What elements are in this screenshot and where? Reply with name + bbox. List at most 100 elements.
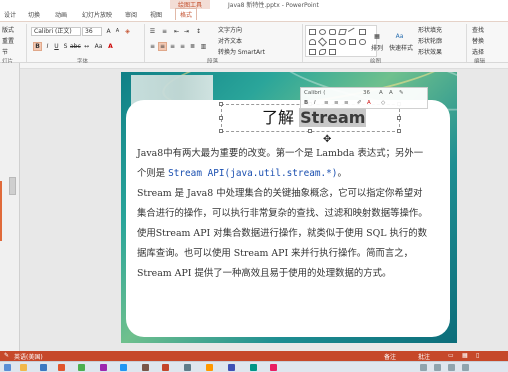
bullets-icon[interactable]: ☰ — [148, 27, 157, 36]
resize-handle[interactable] — [397, 129, 401, 133]
quick-styles-icon[interactable]: Aa — [395, 32, 404, 41]
mini-shrink-font-icon[interactable]: A — [389, 90, 393, 96]
shape-effects-button[interactable]: 形状效果 — [418, 47, 442, 56]
app-icon[interactable] — [206, 364, 213, 371]
panel-scrollbar-thumb[interactable] — [9, 177, 16, 195]
mini-eraser-icon[interactable]: ◇ — [381, 100, 385, 106]
mini-align-left-icon[interactable]: ≡ — [324, 100, 329, 106]
mini-italic-button[interactable]: I — [314, 100, 316, 106]
distributed-icon[interactable]: ≣ — [188, 42, 197, 51]
oval-shape-icon[interactable] — [319, 29, 326, 35]
decrease-indent-icon[interactable]: ⇤ — [172, 27, 181, 36]
shrink-font-icon[interactable]: A — [113, 27, 122, 36]
spellcheck-icon[interactable]: ✎ — [4, 352, 9, 359]
app-icon[interactable] — [250, 364, 257, 371]
shapes-gallery[interactable] — [305, 25, 377, 57]
shape-outline-button[interactable]: 形状轮廓 — [418, 36, 442, 45]
change-case-icon[interactable]: Aa — [94, 42, 103, 51]
align-text-button[interactable]: 对齐文本 — [218, 36, 242, 45]
folder-icon[interactable] — [20, 364, 27, 371]
app-icon[interactable] — [120, 364, 127, 371]
resize-handle[interactable] — [308, 129, 312, 133]
underline-button[interactable]: U — [52, 42, 61, 51]
shape-fill-button[interactable]: 形状填充 — [418, 25, 442, 34]
tab-view[interactable]: 视图 — [150, 10, 162, 19]
text-direction-button[interactable]: 文字方向 — [218, 25, 242, 34]
comments-button[interactable]: 批注 — [418, 352, 430, 361]
mini-bold-button[interactable]: B — [304, 100, 308, 106]
find-button[interactable]: 查找 — [472, 25, 484, 34]
language-indicator[interactable]: 英语(美国) — [14, 352, 43, 361]
arrow-shape-icon[interactable] — [329, 39, 336, 45]
select-button[interactable]: 选择 — [472, 47, 484, 56]
mini-grow-font-icon[interactable]: A — [379, 90, 383, 96]
bold-button[interactable]: B — [33, 42, 42, 51]
tab-transitions[interactable]: 切换 — [28, 10, 40, 19]
convert-smartart-button[interactable]: 转换为 SmartArt — [218, 47, 265, 56]
arrange-icon[interactable]: ▦ — [373, 32, 381, 41]
reading-view-icon[interactable]: ▯ — [476, 352, 479, 359]
tab-format[interactable]: 格式 — [175, 8, 198, 20]
app-icon[interactable] — [142, 364, 149, 371]
mini-size-combo[interactable]: 36 — [363, 90, 370, 96]
mini-font-combo[interactable]: Calibri ( — [304, 90, 325, 96]
align-center-icon[interactable]: ≡ — [158, 42, 167, 51]
notes-button[interactable]: 备注 — [384, 352, 396, 361]
strikethrough-button[interactable]: abc — [70, 42, 81, 51]
arrange-button[interactable]: 排列 — [371, 43, 383, 52]
star-shape-icon[interactable] — [309, 49, 316, 55]
tab-design[interactable]: 设计 — [4, 10, 16, 19]
layout-button[interactable]: 版式 — [2, 25, 14, 34]
tray-icon[interactable] — [434, 364, 441, 371]
tab-animations[interactable]: 动画 — [55, 10, 67, 19]
rectangle-shape-icon[interactable] — [309, 29, 316, 35]
sorter-view-icon[interactable]: ▦ — [462, 352, 468, 359]
increase-indent-icon[interactable]: ⇥ — [182, 27, 191, 36]
circle-shape-icon[interactable] — [339, 39, 346, 45]
app-icon[interactable] — [58, 364, 65, 371]
resize-handle[interactable] — [219, 129, 223, 133]
italic-button[interactable]: I — [43, 42, 52, 51]
mini-align-right-icon[interactable]: ≡ — [344, 100, 349, 106]
mini-highlight-icon[interactable]: ✐ — [357, 100, 362, 106]
columns-icon[interactable]: ▥ — [199, 42, 208, 51]
browser-icon[interactable] — [40, 364, 47, 371]
justify-icon[interactable]: ≡ — [178, 42, 187, 51]
font-name-combo[interactable]: Calibri (正文) — [31, 27, 81, 36]
app-icon[interactable] — [184, 364, 191, 371]
parallelogram-shape-icon[interactable] — [338, 29, 347, 35]
slide-body-text[interactable]: Java8中有两大最为重要的改变。第一个是 Lambda 表达式；另外一 个则是… — [137, 144, 442, 284]
resize-handle[interactable] — [219, 116, 223, 120]
quick-styles-button[interactable]: 快速样式 — [389, 43, 413, 52]
brace-shape-icon[interactable] — [349, 39, 356, 45]
resize-handle[interactable] — [397, 116, 401, 120]
app-icon[interactable] — [78, 364, 85, 371]
slide-thumbnail-panel[interactable] — [0, 63, 20, 351]
mini-format-painter-icon[interactable]: ✎ — [399, 90, 404, 96]
start-icon[interactable] — [4, 364, 11, 371]
line-spacing-icon[interactable]: ↕ — [194, 27, 203, 36]
char-spacing-icon[interactable]: ↔ — [82, 42, 91, 51]
mini-align-center-icon[interactable]: ≡ — [334, 100, 339, 106]
normal-view-icon[interactable]: ▭ — [448, 352, 454, 359]
arc-shape-icon[interactable] — [309, 39, 316, 45]
diamond-shape-icon[interactable] — [317, 37, 328, 47]
app-icon[interactable] — [100, 364, 107, 371]
font-color-icon[interactable]: A — [106, 42, 115, 51]
reset-button[interactable]: 重置 — [2, 36, 14, 45]
line-shape-icon[interactable] — [347, 27, 358, 37]
tab-slideshow[interactable]: 幻灯片放映 — [82, 10, 112, 19]
app-icon[interactable] — [270, 364, 277, 371]
powerpoint-icon[interactable] — [162, 364, 169, 371]
resize-handle[interactable] — [219, 102, 223, 106]
align-left-icon[interactable]: ≡ — [148, 42, 157, 51]
leaf-shape-icon[interactable] — [319, 49, 326, 55]
mini-font-color-icon[interactable]: A — [367, 100, 371, 106]
numbering-icon[interactable]: ≡ — [160, 27, 169, 36]
rounded-rect-shape-icon[interactable] — [329, 29, 336, 35]
textbox-shape-icon[interactable] — [359, 29, 366, 35]
tray-icon[interactable] — [448, 364, 455, 371]
tab-review[interactable]: 审阅 — [125, 10, 137, 19]
shadow-button[interactable]: S — [61, 42, 70, 51]
mini-toolbar[interactable]: Calibri ( 36 A A ✎ B I ≡ ≡ ≡ ✐ A ◇ — [300, 87, 428, 109]
